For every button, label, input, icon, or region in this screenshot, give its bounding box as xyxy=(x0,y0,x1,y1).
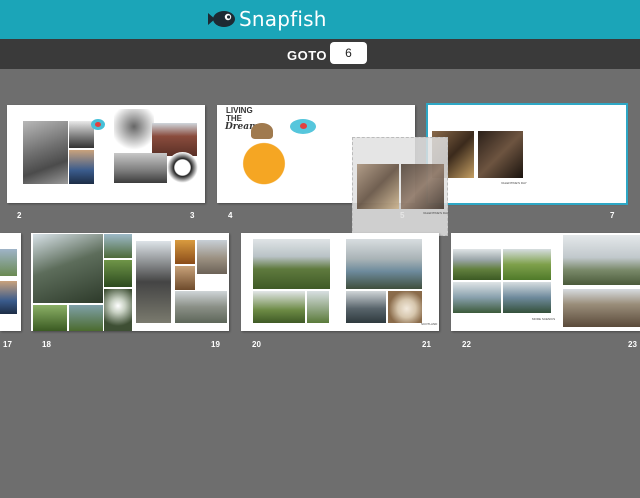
photo-loch[interactable] xyxy=(453,282,501,313)
photo-meadow[interactable] xyxy=(503,249,551,280)
spread-18-19[interactable] xyxy=(31,233,229,331)
photo-plants-2[interactable] xyxy=(104,260,132,287)
photo-building[interactable] xyxy=(197,240,227,274)
crab-sticker[interactable] xyxy=(235,135,293,187)
photo-landscape-partial-1[interactable] xyxy=(0,249,17,276)
page-number-2: 2 xyxy=(17,211,22,220)
page-number-17: 17 xyxy=(3,340,12,349)
goto-bar: GOTO xyxy=(0,39,640,69)
spread-22-23[interactable]: MORE SCENICS xyxy=(451,233,640,331)
page-number-23: 23 xyxy=(628,340,637,349)
photo-person-partial[interactable] xyxy=(0,281,17,314)
photo-portrait[interactable] xyxy=(175,266,195,290)
photo-totoro[interactable] xyxy=(23,121,68,184)
page-number-18: 18 xyxy=(42,340,51,349)
scotland-caption: SCOTLAND xyxy=(421,322,438,326)
photo-statue[interactable] xyxy=(136,241,171,323)
page-number-22: 22 xyxy=(462,340,471,349)
photo-couple-hill[interactable] xyxy=(563,235,640,285)
photo-greenery-2[interactable] xyxy=(69,305,103,331)
spread-2-3[interactable] xyxy=(7,105,205,203)
photo-brick-buildings[interactable] xyxy=(152,123,197,156)
valentines-caption-1: VALENTINE'S DAY xyxy=(501,181,527,185)
top-bar: Snapfish xyxy=(0,0,640,39)
snapfish-logo[interactable]: Snapfish xyxy=(206,6,327,32)
page-number-19: 19 xyxy=(211,340,220,349)
crab-hat xyxy=(251,123,273,139)
page-number-20: 20 xyxy=(252,340,261,349)
photo-couple-rocks[interactable] xyxy=(563,289,640,327)
page-number-4: 4 xyxy=(228,211,233,220)
page-number-3: 3 xyxy=(190,211,195,220)
photo-greenery-1[interactable] xyxy=(33,305,67,331)
photo-tree-field[interactable] xyxy=(307,291,329,323)
ghost-photo-1 xyxy=(357,164,399,209)
heart-icon-2 xyxy=(300,123,307,129)
page-number-21: 21 xyxy=(422,340,431,349)
photo-plants-1[interactable] xyxy=(104,234,132,258)
photo-glasshouse[interactable] xyxy=(33,234,103,303)
photo-lake-dark[interactable] xyxy=(346,291,386,323)
photo-dog[interactable] xyxy=(388,291,422,323)
photo-tree-street[interactable] xyxy=(114,109,154,153)
photo-person[interactable] xyxy=(69,150,94,184)
spread-6-7-selected[interactable]: VALENTINE'S DAY xyxy=(426,103,628,205)
ghost-photo-2 xyxy=(401,164,444,209)
page-number-7: 7 xyxy=(610,211,615,220)
heart-icon xyxy=(95,122,101,127)
photo-lake[interactable] xyxy=(346,239,422,289)
photo-tree-light[interactable] xyxy=(104,289,132,331)
photo-valley[interactable] xyxy=(453,249,501,280)
photo-hills[interactable] xyxy=(253,239,330,289)
spread-20-21[interactable]: SCOTLAND xyxy=(241,233,439,331)
photo-chocolates-2[interactable] xyxy=(478,131,523,178)
fish-icon xyxy=(208,11,235,27)
logo-text: Snapfish xyxy=(239,7,327,31)
photo-castle[interactable] xyxy=(175,291,227,323)
valentines-caption-2: VALENTINE'S DAY xyxy=(423,211,449,215)
photo-food[interactable] xyxy=(175,240,195,264)
more-scenics-caption: MORE SCENICS xyxy=(532,317,556,321)
photo-street-cars[interactable] xyxy=(114,153,167,183)
goto-page-input[interactable] xyxy=(330,42,367,64)
goto-label: GOTO xyxy=(287,48,328,63)
spread-16-17[interactable] xyxy=(0,233,21,331)
dragged-page-ghost[interactable]: VALENTINE'S DAY xyxy=(352,137,449,236)
photo-field[interactable] xyxy=(253,291,305,323)
photo-stamp-round[interactable] xyxy=(167,152,198,183)
photo-loch-2[interactable] xyxy=(503,282,551,313)
